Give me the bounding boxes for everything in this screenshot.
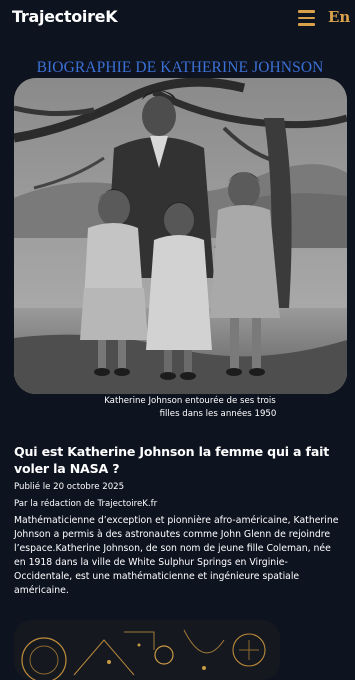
publish-date: Publié le 20 octobre 2025 xyxy=(14,482,125,492)
hamburger-menu-icon[interactable] xyxy=(298,10,316,26)
promo-illustration xyxy=(14,620,280,680)
caption-line: Katherine Johnson entourée de ses trois xyxy=(104,396,276,406)
photo-illustration xyxy=(14,78,347,394)
menu-bar xyxy=(298,16,315,19)
article-photo xyxy=(14,78,347,394)
menu-bar xyxy=(298,23,315,26)
top-bar: TrajectoireK En xyxy=(0,0,355,40)
promo-image[interactable] xyxy=(14,620,280,680)
article-byline: Par la rédaction de TrajectoireK.fr xyxy=(14,499,158,509)
page-heading: BIOGRAPHIE DE KATHERINE JOHNSON xyxy=(36,59,324,76)
site-logo[interactable]: TrajectoireK xyxy=(12,7,118,26)
menu-bar xyxy=(298,10,315,13)
photo-caption: Katherine Johnson entourée de ses trois … xyxy=(90,395,290,420)
article-title: Qui est Katherine Johnson la femme qui a… xyxy=(14,444,330,476)
caption-line: filles dans les années 1950 xyxy=(159,408,277,419)
language-switch[interactable]: En xyxy=(328,8,350,26)
article-intro: Mathématicienne d’exception et pionnière… xyxy=(14,515,339,596)
